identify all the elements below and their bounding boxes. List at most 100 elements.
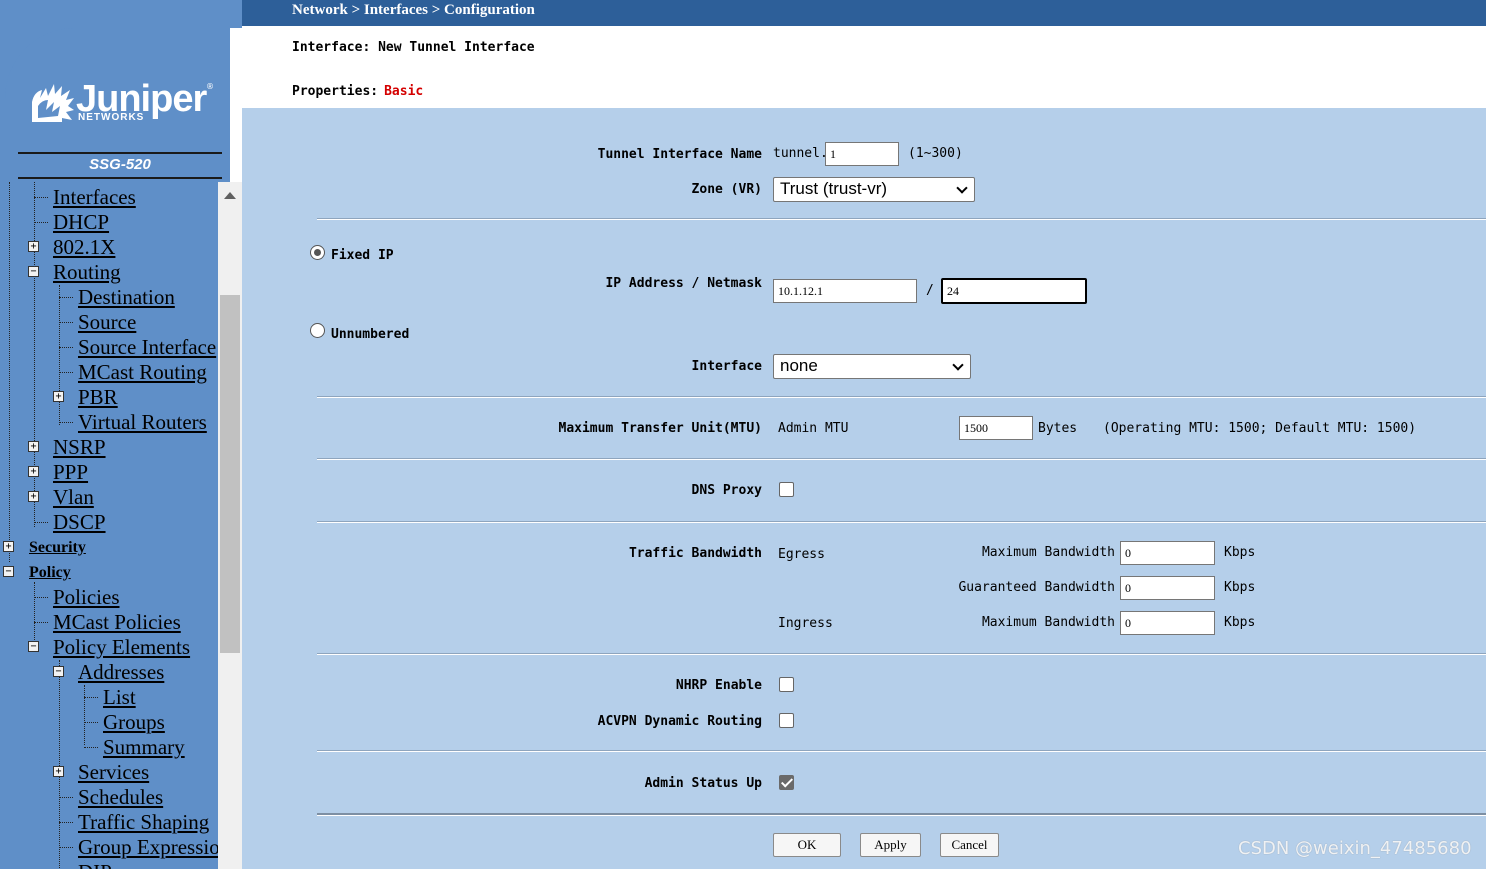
- nav-item-summary[interactable]: Summary: [103, 735, 185, 760]
- nav-item-security[interactable]: Security: [29, 539, 86, 564]
- nav-item-dip[interactable]: DIP: [78, 860, 112, 869]
- tree-line: [59, 372, 73, 373]
- expand-icon[interactable]: +: [28, 241, 39, 252]
- collapse-icon[interactable]: −: [3, 566, 14, 577]
- nav-item-list[interactable]: List: [103, 685, 136, 710]
- ingress-max-input[interactable]: 0: [1120, 611, 1215, 635]
- nav-item-group-expressions[interactable]: Group Expressions: [78, 835, 218, 860]
- collapse-icon[interactable]: −: [53, 666, 64, 677]
- tree-line: [59, 297, 73, 298]
- nav-item-mcast-routing[interactable]: MCast Routing: [78, 360, 207, 385]
- form-area: [242, 108, 1486, 869]
- apply-button[interactable]: Apply: [860, 833, 921, 857]
- cancel-button[interactable]: Cancel: [940, 833, 999, 857]
- tunnel-number-input[interactable]: 1: [825, 142, 899, 166]
- interface-label: Interface: [691, 359, 762, 374]
- expand-icon[interactable]: +: [3, 541, 14, 552]
- egress-max-input[interactable]: 0: [1120, 541, 1215, 565]
- interface-select[interactable]: none: [773, 354, 971, 379]
- nav-item-nsrp[interactable]: NSRP: [53, 435, 106, 460]
- expand-icon[interactable]: +: [28, 441, 39, 452]
- unnumbered-radio[interactable]: [310, 323, 325, 338]
- nav-item-traffic-shaping[interactable]: Traffic Shaping: [78, 810, 209, 835]
- tree-line: [59, 660, 60, 869]
- tree-line: [59, 797, 73, 798]
- ingress-max-label: Maximum Bandwidth: [981, 615, 1115, 630]
- nhrp-label: NHRP Enable: [675, 678, 762, 693]
- ip-netmask-label: IP Address / Netmask: [605, 276, 762, 291]
- zone-select[interactable]: Trust (trust-vr): [773, 177, 975, 202]
- fixed-ip-radio[interactable]: [310, 245, 325, 260]
- expand-icon[interactable]: +: [53, 766, 64, 777]
- scroll-thumb[interactable]: [220, 295, 240, 653]
- dns-proxy-checkbox[interactable]: [779, 482, 794, 497]
- nav-item-policy-elements[interactable]: Policy Elements: [53, 635, 190, 660]
- section-divider: [317, 218, 1486, 220]
- nav-item-routing[interactable]: Routing: [53, 260, 121, 285]
- tree-line: [34, 222, 48, 223]
- nav-item-virtual-routers[interactable]: Virtual Routers: [78, 410, 207, 435]
- acvpn-label: ACVPN Dynamic Routing: [597, 714, 762, 729]
- nav-item-pbr[interactable]: PBR: [78, 385, 118, 410]
- nav-tree: + − + + + + + − − − + Interfaces DHCP 80…: [0, 182, 218, 869]
- nav-item-dscp[interactable]: DSCP: [53, 510, 106, 535]
- ok-button[interactable]: OK: [773, 833, 841, 857]
- nav-item-destination[interactable]: Destination: [78, 285, 175, 310]
- admin-status-label: Admin Status Up: [644, 776, 762, 791]
- expand-icon[interactable]: +: [28, 491, 39, 502]
- page-title: Interface: New Tunnel Interface: [292, 40, 535, 55]
- properties-value[interactable]: Basic: [384, 84, 423, 99]
- egress-guaranteed-input[interactable]: 0: [1120, 576, 1215, 600]
- collapse-icon[interactable]: −: [28, 266, 39, 277]
- admin-mtu-input[interactable]: 1500: [959, 416, 1033, 440]
- tree-line: [59, 322, 73, 323]
- netmask-input[interactable]: 24: [941, 278, 1087, 304]
- admin-status-checkbox[interactable]: [779, 775, 794, 790]
- nav-item-policies[interactable]: Policies: [53, 585, 120, 610]
- nav-item-vlan[interactable]: Vlan: [53, 485, 94, 510]
- divider: [18, 177, 222, 179]
- nav-item-dhcp[interactable]: DHCP: [53, 210, 109, 235]
- nav-item-mcast-policies[interactable]: MCast Policies: [53, 610, 181, 635]
- tree-line: [59, 847, 73, 848]
- nav-item-source-interface[interactable]: Source Interface: [78, 335, 216, 360]
- expand-icon[interactable]: +: [53, 391, 64, 402]
- mtu-unit: Bytes: [1038, 421, 1078, 436]
- tree-line: [34, 522, 48, 523]
- tree-line: [59, 347, 73, 348]
- properties-line: Properties: Basic: [292, 84, 423, 99]
- chevron-down-icon: [956, 182, 968, 194]
- expand-icon[interactable]: +: [28, 466, 39, 477]
- mtu-info: (Operating MTU: 1500; Default MTU: 1500): [1103, 421, 1417, 436]
- divider: [18, 152, 222, 154]
- tree-line: [34, 622, 48, 623]
- ip-address-input[interactable]: 10.1.12.1: [773, 279, 917, 303]
- nav-item-8021x[interactable]: 802.1X: [53, 235, 115, 260]
- acvpn-checkbox[interactable]: [779, 713, 794, 728]
- nav-item-source[interactable]: Source: [78, 310, 136, 335]
- unnumbered-label: Unnumbered: [331, 327, 410, 342]
- nav-scrollbar[interactable]: [218, 182, 242, 869]
- tree-line: [59, 285, 60, 425]
- section-divider: [317, 521, 1486, 523]
- interface-select-value: none: [780, 356, 818, 375]
- nav-item-ppp[interactable]: PPP: [53, 460, 88, 485]
- nav-item-interfaces[interactable]: Interfaces: [53, 185, 136, 210]
- top-bar: Network > Interfaces > Configuration: [242, 0, 1486, 26]
- juniper-logo-icon: [32, 84, 74, 122]
- nav-item-groups[interactable]: Groups: [103, 710, 165, 735]
- tree-line: [84, 747, 98, 748]
- section-divider: [317, 750, 1486, 752]
- juniper-logo: Juniper NETWORKS ®: [28, 78, 218, 128]
- scroll-up-icon[interactable]: [224, 192, 236, 199]
- tree-line: [84, 685, 85, 745]
- nav-item-addresses[interactable]: Addresses: [78, 660, 164, 685]
- dns-proxy-label: DNS Proxy: [691, 483, 762, 498]
- nhrp-checkbox[interactable]: [779, 677, 794, 692]
- breadcrumb: Network > Interfaces > Configuration: [292, 2, 535, 18]
- nav-item-services[interactable]: Services: [78, 760, 149, 785]
- egress-guaranteed-label: Guaranteed Bandwidth: [958, 580, 1115, 595]
- watermark: CSDN @weixin_47485680: [1238, 838, 1472, 859]
- collapse-icon[interactable]: −: [28, 641, 39, 652]
- nav-item-schedules[interactable]: Schedules: [78, 785, 163, 810]
